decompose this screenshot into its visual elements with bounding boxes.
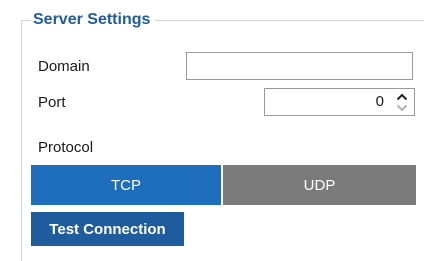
group-title: Server Settings: [31, 8, 156, 32]
protocol-label: Protocol: [38, 139, 94, 156]
test-connection-label: Test Connection: [49, 220, 166, 238]
spin-down-button[interactable]: [393, 102, 411, 113]
domain-input[interactable]: [186, 52, 413, 80]
chevron-up-icon: [396, 93, 408, 100]
test-connection-button[interactable]: Test Connection: [31, 212, 184, 246]
port-spin-buttons: [393, 91, 411, 113]
tcp-label: TCP: [111, 176, 141, 194]
chevron-down-icon: [396, 104, 408, 111]
protocol-udp-button[interactable]: UDP: [223, 165, 416, 205]
spin-up-button[interactable]: [393, 91, 411, 102]
domain-label: Domain: [38, 58, 90, 75]
port-label: Port: [38, 94, 66, 111]
port-value: 0: [375, 93, 384, 110]
protocol-tcp-button[interactable]: TCP: [31, 165, 221, 205]
udp-label: UDP: [303, 176, 336, 194]
port-stepper[interactable]: 0: [264, 88, 415, 116]
